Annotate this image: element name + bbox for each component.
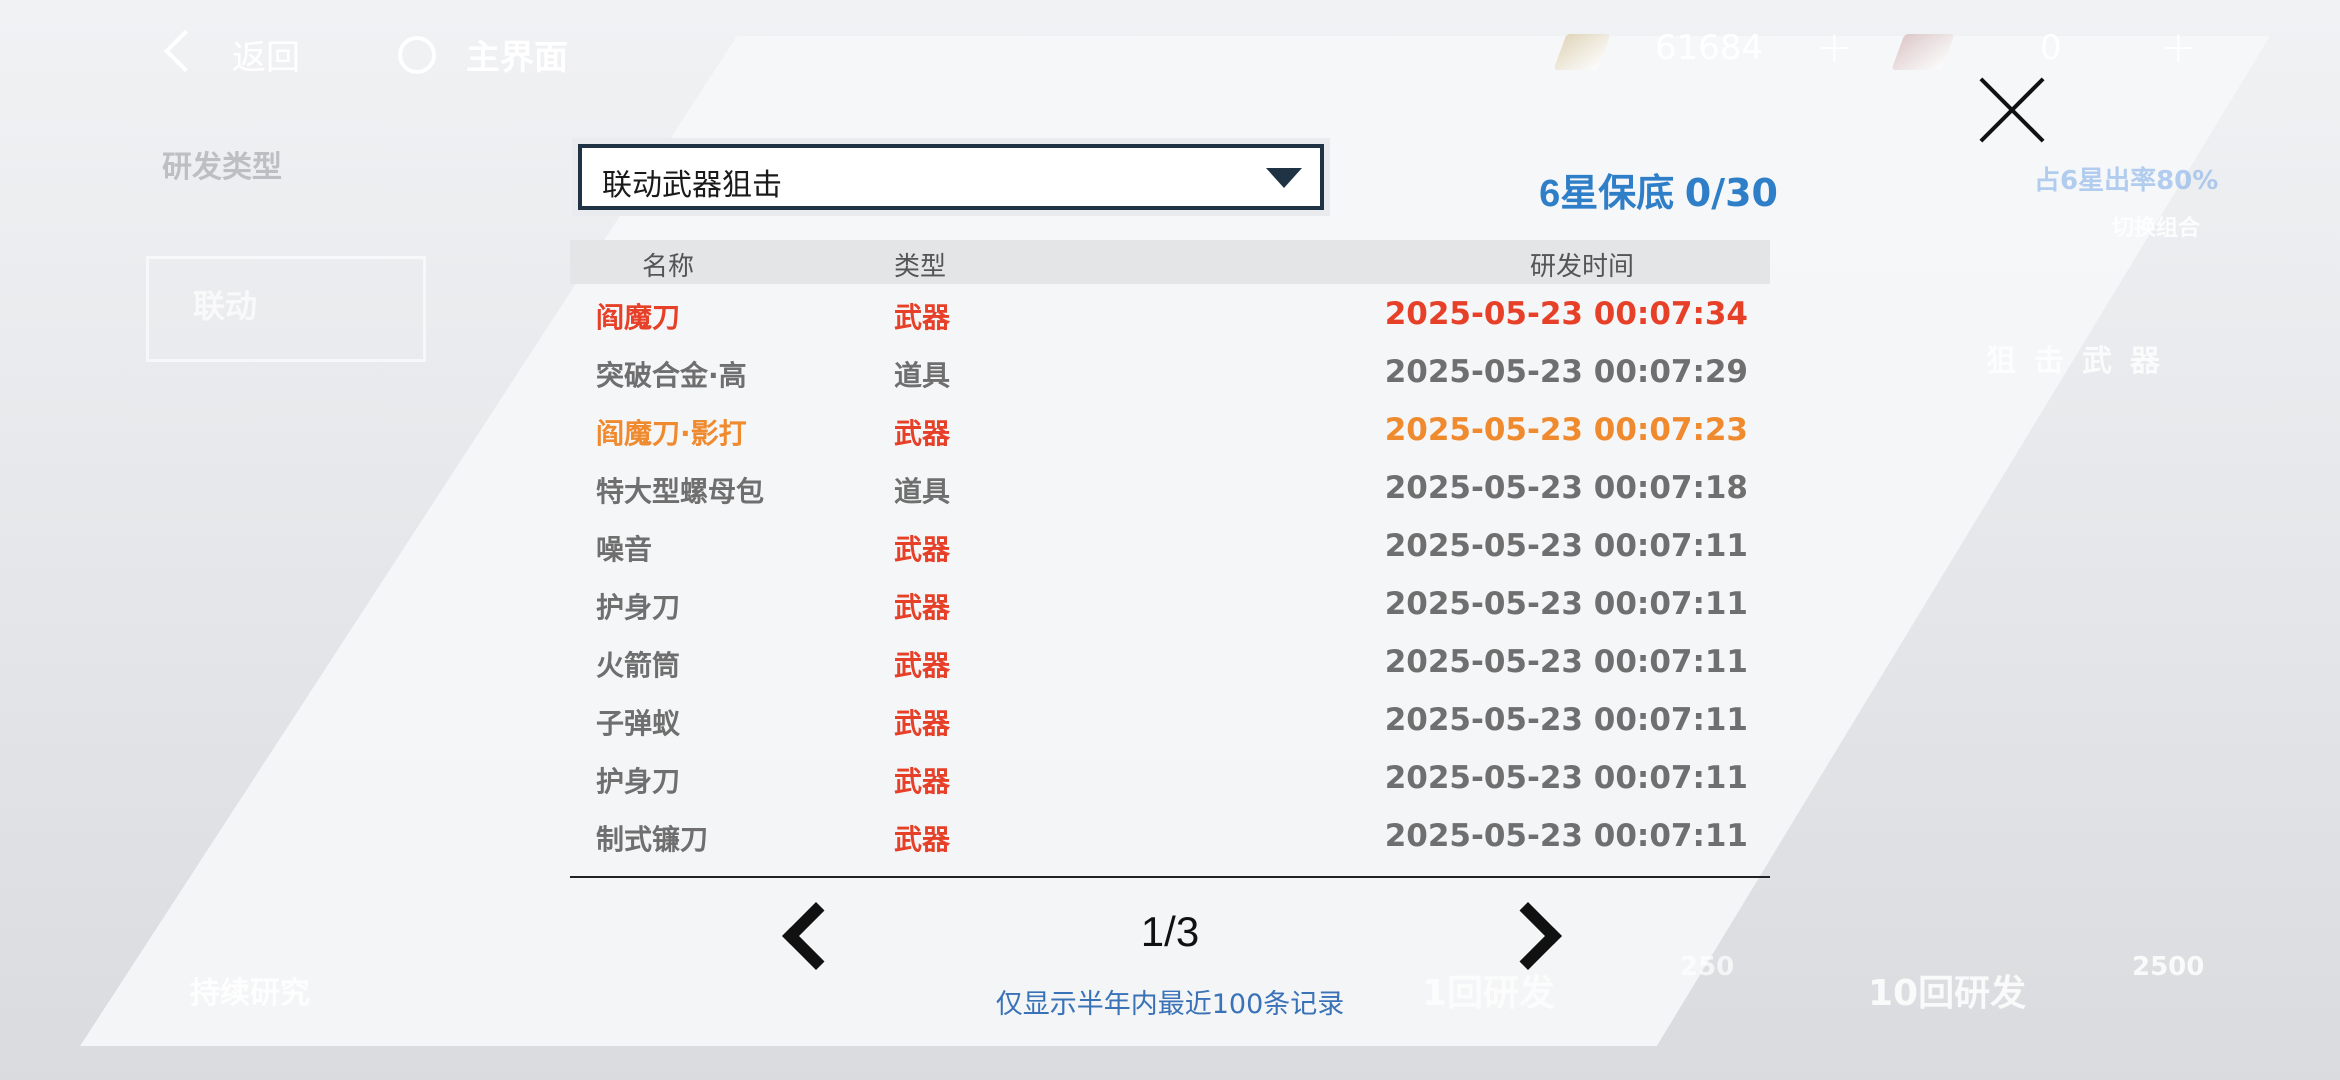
column-type-header: 类型 xyxy=(894,252,947,282)
history-table-header: 名称 类型 研发时间 xyxy=(570,240,1770,284)
history-note: 仅显示半年内最近100条记录 xyxy=(995,989,1345,1020)
item-name: 制式镰刀 xyxy=(596,823,709,856)
close-dialog-icon[interactable] xyxy=(1976,74,2048,146)
history-row: 阎魔刀 武器 2025-05-23 00:07:34 xyxy=(570,286,1770,344)
item-time: 2025-05-23 00:07:11 xyxy=(1384,760,1748,796)
item-type: 武器 xyxy=(894,765,951,798)
history-row: 突破合金·高 道具 2025-05-23 00:07:29 xyxy=(570,344,1770,402)
pity-value: 0/30 xyxy=(1684,171,1778,215)
page-indicator: 1/3 xyxy=(1140,908,1200,955)
bg-continuous-label: 持续研究 xyxy=(190,976,310,1011)
pull-history-dialog: 联动武器狙击 6星保底 0/30 名称 类型 研发时间 阎魔刀 武器 2025-05… xyxy=(568,138,1778,1040)
item-time: 2025-05-23 00:07:34 xyxy=(1384,296,1748,332)
item-time: 2025-05-23 00:07:11 xyxy=(1384,702,1748,738)
item-type: 武器 xyxy=(894,649,951,682)
item-name: 阎魔刀·影打 xyxy=(596,417,747,450)
item-time: 2025-05-23 00:07:23 xyxy=(1384,412,1748,448)
item-time: 2025-05-23 00:07:11 xyxy=(1384,528,1748,564)
bg-ten-pull-cost: 2500 xyxy=(2132,952,2205,982)
bg-sniper-weapon-label: 狙击武器 xyxy=(1986,344,2178,379)
history-row: 阎魔刀·影打 武器 2025-05-23 00:07:23 xyxy=(570,402,1770,460)
dropdown-arrow-icon[interactable] xyxy=(1266,168,1302,188)
item-name: 火箭筒 xyxy=(596,649,681,682)
banner-select-dropdown[interactable]: 联动武器狙击 xyxy=(572,138,1330,216)
back-chevron-icon[interactable] xyxy=(163,29,207,73)
item-type: 武器 xyxy=(894,591,951,624)
bg-rate-text: 占6星出率80% xyxy=(2034,166,2219,196)
column-time-header: 研发时间 xyxy=(1530,252,1635,282)
history-row: 护身刀 武器 2025-05-23 00:07:11 xyxy=(570,750,1770,808)
history-row: 特大型螺母包 道具 2025-05-23 00:07:18 xyxy=(570,460,1770,518)
next-page-button[interactable] xyxy=(1508,896,1560,976)
history-row: 噪音 武器 2025-05-23 00:07:11 xyxy=(570,518,1770,576)
item-type: 武器 xyxy=(894,823,951,856)
home-button[interactable]: 主界面 xyxy=(466,30,568,79)
item-type: 道具 xyxy=(894,475,951,508)
currency-ticket-icon xyxy=(1891,34,1955,70)
item-time: 2025-05-23 00:07:29 xyxy=(1384,354,1748,390)
table-divider xyxy=(570,876,1770,878)
column-name-header: 名称 xyxy=(642,252,695,282)
item-name: 噪音 xyxy=(596,533,653,566)
history-table-body: 阎魔刀 武器 2025-05-23 00:07:34 突破合金·高 道具 2025-05-… xyxy=(570,286,1770,866)
item-type: 武器 xyxy=(894,417,951,450)
item-time: 2025-05-23 00:07:11 xyxy=(1384,586,1748,622)
item-name: 子弹蚁 xyxy=(596,707,681,740)
bg-collab-card: 联动 xyxy=(146,256,426,362)
back-button[interactable]: 返回 xyxy=(232,30,300,79)
history-row: 制式镰刀 武器 2025-05-23 00:07:11 xyxy=(570,808,1770,866)
currency-ticket-value: 0 xyxy=(2040,28,2062,68)
history-row: 护身刀 武器 2025-05-23 00:07:11 xyxy=(570,576,1770,634)
item-name: 护身刀 xyxy=(596,591,681,624)
item-name: 阎魔刀 xyxy=(596,301,681,334)
item-name: 突破合金·高 xyxy=(596,359,747,392)
bg-dev-type-label: 研发类型 xyxy=(162,150,282,185)
history-row: 子弹蚁 武器 2025-05-23 00:07:11 xyxy=(570,692,1770,750)
bg-switch-combo: 切换组合 xyxy=(2112,216,2201,241)
item-type: 武器 xyxy=(894,533,951,566)
pity-label: 6星保底 xyxy=(1539,173,1685,215)
currency-crystal-icon xyxy=(1553,34,1611,70)
banner-select-value: 联动武器狙击 xyxy=(602,168,782,203)
pity-counter: 6星保底 0/30 xyxy=(1539,162,1778,217)
history-row: 火箭筒 武器 2025-05-23 00:07:11 xyxy=(570,634,1770,692)
item-type: 武器 xyxy=(894,301,951,334)
item-time: 2025-05-23 00:07:11 xyxy=(1384,644,1748,680)
item-time: 2025-05-23 00:07:11 xyxy=(1384,818,1748,854)
item-time: 2025-05-23 00:07:18 xyxy=(1384,470,1748,506)
item-type: 武器 xyxy=(894,707,951,740)
currency-crystal-value: 61684 xyxy=(1655,28,1764,68)
bg-ten-pull-button: 10回研发 xyxy=(1868,973,2027,1014)
home-circle-icon[interactable] xyxy=(398,36,436,74)
add-ticket-button[interactable]: + xyxy=(2160,22,2197,73)
item-name: 特大型螺母包 xyxy=(596,475,765,508)
item-name: 护身刀 xyxy=(596,765,681,798)
item-type: 道具 xyxy=(894,359,951,392)
add-crystal-button[interactable]: + xyxy=(1816,22,1853,73)
